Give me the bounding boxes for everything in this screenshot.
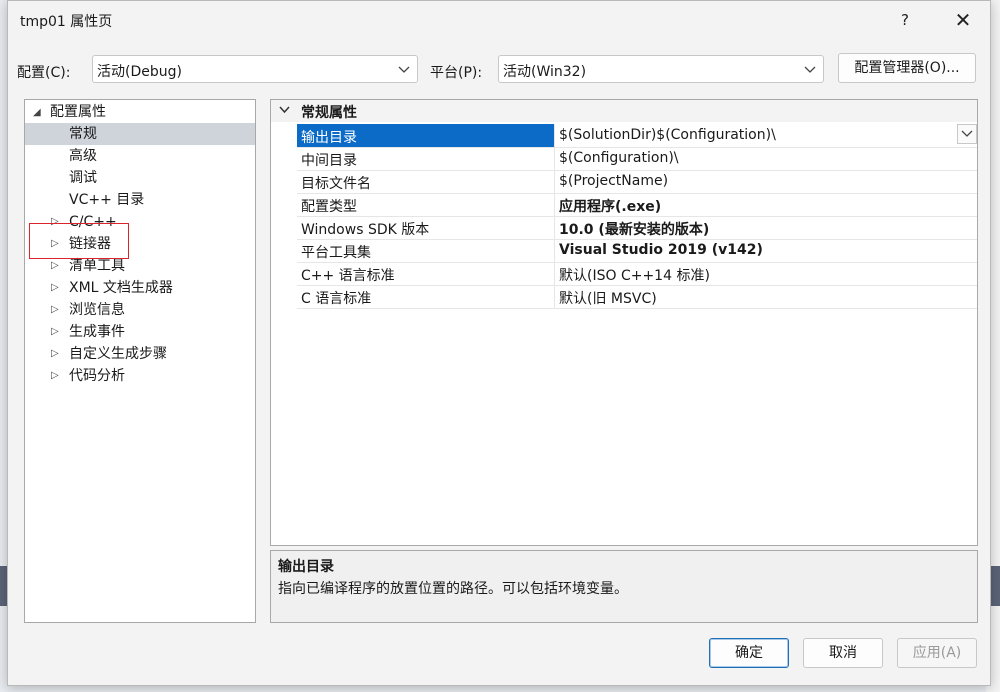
- collapse-chevron-icon[interactable]: [279, 104, 290, 117]
- grid-row-configuration-type[interactable]: 配置类型 应用程序(.exe): [297, 193, 977, 217]
- grid-row-platform-toolset[interactable]: 平台工具集 Visual Studio 2019 (v142): [297, 239, 977, 263]
- chevron-down-icon: [398, 66, 410, 73]
- row-value[interactable]: 默认(ISO C++14 标准): [559, 265, 710, 285]
- description-pane: 输出目录 指向已编译程序的放置位置的路径。可以包括环境变量。: [270, 550, 978, 623]
- tree-item-label: XML 文档生成器: [69, 280, 173, 296]
- row-value[interactable]: $(SolutionDir)$(Configuration)\: [559, 127, 776, 143]
- config-label: 配置(C):: [17, 65, 71, 81]
- annotation-highlight-box: [29, 223, 129, 259]
- tree-item-xml-doc-generator[interactable]: ▷ XML 文档生成器: [25, 277, 255, 299]
- row-name: 输出目录: [301, 130, 357, 146]
- grid-row-c-language-standard[interactable]: C 语言标准 默认(旧 MSVC): [297, 285, 977, 309]
- row-name: C 语言标准: [301, 291, 372, 307]
- tree-item-label: 高级: [69, 148, 97, 164]
- row-value[interactable]: $(Configuration)\: [559, 150, 679, 166]
- tree-item-label: 生成事件: [69, 324, 125, 340]
- tree-item-label: 代码分析: [69, 368, 125, 384]
- description-heading: 输出目录: [278, 559, 334, 575]
- ok-button[interactable]: 确定: [709, 638, 789, 668]
- collapse-triangle-icon[interactable]: ◢: [33, 102, 47, 124]
- row-name: 平台工具集: [301, 245, 371, 261]
- column-divider: [554, 262, 555, 285]
- config-value: 活动(Debug): [97, 64, 182, 80]
- tree-item-label: 调试: [69, 170, 97, 186]
- chevron-down-icon: [961, 130, 973, 137]
- tree-root-label: 配置属性: [50, 104, 106, 120]
- expand-triangle-icon[interactable]: ▷: [51, 321, 65, 343]
- column-divider: [554, 170, 555, 193]
- row-name: 中间目录: [301, 153, 357, 169]
- grid-row-intermediate-directory[interactable]: 中间目录 $(Configuration)\: [297, 147, 977, 171]
- grid-row-target-name[interactable]: 目标文件名 $(ProjectName): [297, 170, 977, 194]
- tree-item-label: 浏览信息: [69, 302, 125, 318]
- property-pages-dialog: tmp01 属性页 ? ✕ 配置(C): 活动(Debug) 平台(P): 活动…: [7, 0, 991, 686]
- configuration-manager-button[interactable]: 配置管理器(O)...: [838, 53, 976, 83]
- tree-item-advanced[interactable]: 高级: [25, 145, 255, 167]
- help-button[interactable]: ?: [885, 7, 925, 33]
- tree-item-custom-build-step[interactable]: ▷ 自定义生成步骤: [25, 343, 255, 365]
- expand-triangle-icon[interactable]: ▷: [51, 343, 65, 365]
- apply-button[interactable]: 应用(A): [897, 638, 977, 668]
- column-divider: [554, 147, 555, 170]
- chevron-down-icon: [804, 66, 816, 73]
- tree-item-label: 常规: [69, 126, 97, 142]
- platform-label: 平台(P):: [430, 65, 483, 81]
- property-tree[interactable]: ◢ 配置属性 常规 高级 调试 VC++ 目录 ▷ C/C++ ▷ 链接器 ▷ …: [24, 99, 256, 623]
- row-name: 配置类型: [301, 199, 357, 215]
- row-name: 目标文件名: [301, 176, 371, 192]
- value-dropdown-button[interactable]: [957, 124, 977, 144]
- column-divider: [554, 239, 555, 262]
- column-divider: [554, 193, 555, 216]
- grid-section-header[interactable]: 常规属性: [271, 100, 977, 122]
- tree-item-code-analysis[interactable]: ▷ 代码分析: [25, 365, 255, 387]
- cancel-button[interactable]: 取消: [803, 638, 883, 668]
- row-value[interactable]: 应用程序(.exe): [559, 196, 661, 216]
- window-title: tmp01 属性页: [20, 14, 113, 30]
- tree-item-vc-directories[interactable]: VC++ 目录: [25, 189, 255, 211]
- expand-triangle-icon[interactable]: ▷: [51, 365, 65, 387]
- property-grid[interactable]: 常规属性 输出目录 $(SolutionDir)$(Configuration)…: [270, 99, 978, 546]
- platform-value: 活动(Win32): [503, 64, 587, 80]
- grid-row-windows-sdk-version[interactable]: Windows SDK 版本 10.0 (最新安装的版本): [297, 216, 977, 240]
- description-text: 指向已编译程序的放置位置的路径。可以包括环境变量。: [278, 581, 628, 597]
- tree-root-config-properties[interactable]: ◢ 配置属性: [25, 101, 255, 123]
- grid-section-title: 常规属性: [301, 105, 357, 121]
- row-value[interactable]: Visual Studio 2019 (v142): [559, 242, 763, 258]
- platform-combobox[interactable]: 活动(Win32): [498, 55, 824, 83]
- tree-item-label: VC++ 目录: [69, 192, 145, 208]
- expand-triangle-icon[interactable]: ▷: [51, 299, 65, 321]
- title-bar: tmp01 属性页 ? ✕: [8, 1, 990, 39]
- close-button[interactable]: ✕: [943, 7, 983, 33]
- tree-item-browse-information[interactable]: ▷ 浏览信息: [25, 299, 255, 321]
- column-divider: [554, 285, 555, 308]
- tree-item-general[interactable]: 常规: [25, 123, 255, 145]
- row-name: C++ 语言标准: [301, 268, 395, 284]
- grid-row-cpp-language-standard[interactable]: C++ 语言标准 默认(ISO C++14 标准): [297, 262, 977, 286]
- config-combobox[interactable]: 活动(Debug): [92, 55, 418, 83]
- grid-row-output-directory[interactable]: 输出目录 $(SolutionDir)$(Configuration)\: [297, 124, 977, 148]
- tree-item-label: 自定义生成步骤: [69, 346, 167, 362]
- row-value[interactable]: 10.0 (最新安装的版本): [559, 219, 709, 239]
- row-value[interactable]: 默认(旧 MSVC): [559, 288, 657, 308]
- expand-triangle-icon[interactable]: ▷: [51, 277, 65, 299]
- tree-item-build-events[interactable]: ▷ 生成事件: [25, 321, 255, 343]
- tree-item-debugging[interactable]: 调试: [25, 167, 255, 189]
- column-divider: [554, 216, 555, 239]
- column-divider: [554, 124, 555, 147]
- row-name: Windows SDK 版本: [301, 222, 430, 238]
- row-value[interactable]: $(ProjectName): [559, 173, 668, 189]
